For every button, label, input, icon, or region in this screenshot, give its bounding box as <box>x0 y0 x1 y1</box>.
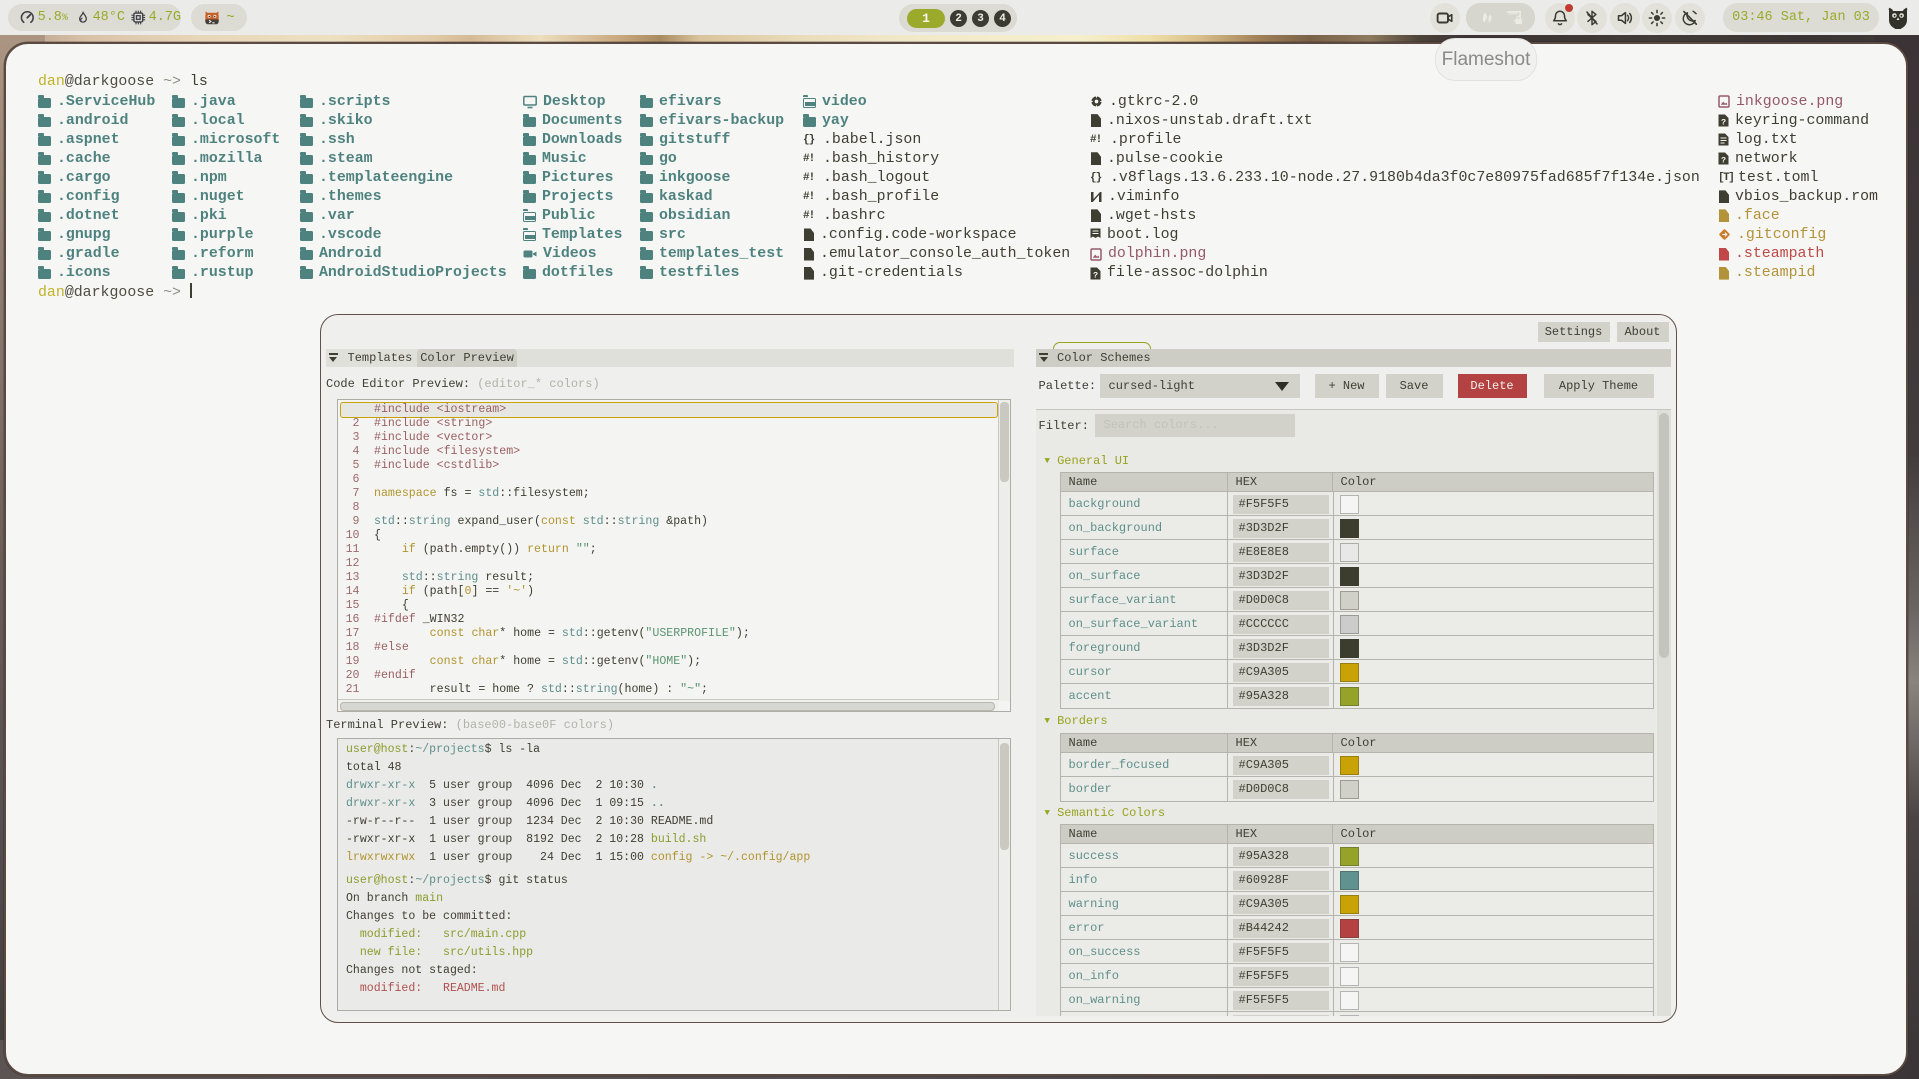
svg-text:?: ? <box>1721 118 1726 128</box>
svg-text:?: ? <box>1721 156 1726 166</box>
svg-text:?: ? <box>1093 270 1098 280</box>
